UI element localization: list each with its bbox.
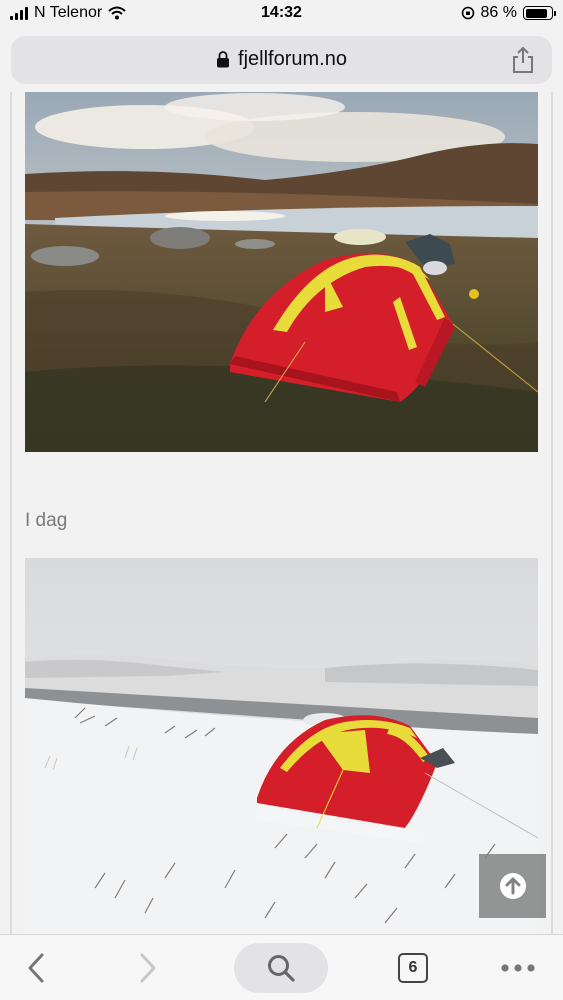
lock-icon: [217, 51, 230, 68]
back-button[interactable]: [14, 935, 58, 1000]
battery-percent: 86 %: [480, 4, 517, 21]
url-display[interactable]: fjellforum.no: [11, 48, 552, 71]
photo-tent-snow: [25, 558, 538, 934]
scroll-to-top-button[interactable]: [479, 854, 546, 918]
url-text: fjellforum.no: [238, 48, 347, 70]
search-button[interactable]: [234, 943, 328, 993]
address-bar[interactable]: fjellforum.no: [11, 36, 552, 84]
photo-tent-autumn: [25, 92, 538, 452]
chevron-left-icon: [28, 953, 44, 983]
forward-button[interactable]: [126, 935, 170, 1000]
battery-fill: [525, 8, 547, 18]
share-icon[interactable]: [510, 46, 536, 74]
tab-count: 6: [398, 953, 428, 983]
orientation-lock-icon: [461, 6, 474, 20]
status-bar: N Telenor 14:32 86 %: [0, 0, 563, 30]
more-dots-icon: [501, 964, 535, 972]
content-border-left: [10, 92, 12, 934]
battery-icon: [523, 6, 556, 20]
arrow-up-icon: [499, 873, 526, 899]
section-label: I dag: [25, 510, 68, 531]
browser-toolbar: 6: [0, 934, 563, 1000]
status-right: 86 %: [461, 4, 556, 22]
more-button[interactable]: [496, 935, 540, 1000]
tabs-button[interactable]: 6: [393, 935, 433, 1000]
search-icon: [268, 955, 295, 982]
chevron-right-icon: [140, 953, 156, 983]
page-content[interactable]: I dag: [0, 92, 563, 934]
content-border-right: [551, 92, 553, 934]
